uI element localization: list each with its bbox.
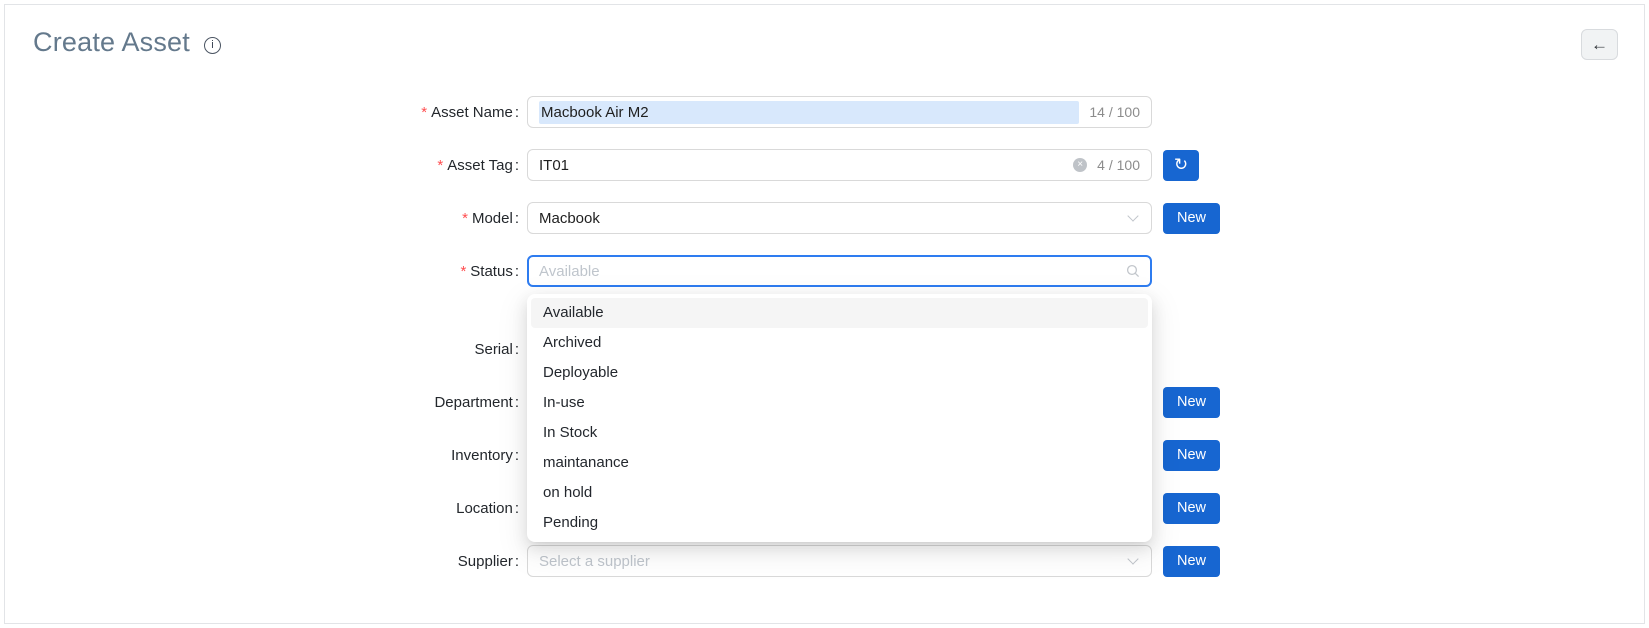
search-icon — [1126, 264, 1140, 278]
new-inventory-button[interactable]: New — [1163, 440, 1220, 471]
asset-name-label-text: Asset Name — [431, 104, 513, 121]
page-header: Create Asset i — [5, 5, 1644, 58]
back-arrow-icon: ← — [1591, 35, 1608, 55]
department-label-text: Department — [434, 394, 512, 411]
supplier-label: Supplier: — [5, 553, 527, 570]
status-dropdown: Available Archived Deployable In-use In … — [527, 294, 1152, 542]
required-mark: * — [460, 263, 466, 280]
label-colon: : — [515, 104, 519, 121]
new-location-button[interactable]: New — [1163, 493, 1220, 524]
asset-name-label: *Asset Name: — [5, 104, 527, 121]
asset-tag-label: *Asset Tag: — [5, 157, 527, 174]
info-icon-glyph: i — [211, 39, 213, 51]
create-asset-page: Create Asset i ← *Asset Name: Macbook Ai… — [4, 4, 1645, 624]
status-option-deployable[interactable]: Deployable — [531, 358, 1148, 388]
back-button[interactable]: ← — [1581, 29, 1618, 60]
model-label: *Model: — [5, 210, 527, 227]
page-title: Create Asset — [33, 27, 190, 58]
asset-tag-value: IT01 — [539, 157, 1067, 174]
label-colon: : — [515, 157, 519, 174]
required-mark: * — [437, 157, 443, 174]
form-row-asset-name: *Asset Name: Macbook Air M2 14 / 100 — [5, 96, 1644, 128]
form-row-supplier: Supplier: Select a supplier New — [5, 545, 1644, 577]
asset-tag-input[interactable]: IT01 × 4 / 100 — [527, 149, 1152, 181]
inventory-label-text: Inventory — [451, 447, 513, 464]
label-colon: : — [515, 341, 519, 358]
new-supplier-button[interactable]: New — [1163, 546, 1220, 577]
label-colon: : — [515, 210, 519, 227]
status-placeholder: Available — [539, 263, 1120, 280]
label-colon: : — [515, 263, 519, 280]
supplier-label-text: Supplier — [458, 553, 513, 570]
status-label-text: Status — [470, 263, 513, 280]
create-asset-form: *Asset Name: Macbook Air M2 14 / 100 *As… — [5, 96, 1644, 577]
supplier-select[interactable]: Select a supplier — [527, 545, 1152, 577]
clear-icon[interactable]: × — [1073, 158, 1087, 172]
asset-name-input[interactable]: Macbook Air M2 14 / 100 — [527, 96, 1152, 128]
required-mark: * — [462, 210, 468, 227]
label-colon: : — [515, 394, 519, 411]
clear-icon-glyph: × — [1077, 159, 1083, 170]
status-option-on-hold[interactable]: on hold — [531, 478, 1148, 508]
required-mark: * — [421, 104, 427, 121]
inventory-label: Inventory: — [5, 447, 527, 464]
form-row-asset-tag: *Asset Tag: IT01 × 4 / 100 ↻ — [5, 149, 1644, 181]
label-colon: : — [515, 500, 519, 517]
status-option-archived[interactable]: Archived — [531, 328, 1148, 358]
status-select[interactable]: Available — [527, 255, 1152, 287]
status-option-in-stock[interactable]: In Stock — [531, 418, 1148, 448]
info-icon[interactable]: i — [204, 37, 221, 54]
label-colon: : — [515, 553, 519, 570]
asset-tag-counter: 4 / 100 — [1097, 157, 1140, 173]
chevron-down-icon — [1127, 553, 1138, 564]
supplier-placeholder: Select a supplier — [539, 553, 1123, 570]
refresh-icon: ↻ — [1174, 155, 1188, 175]
new-department-button[interactable]: New — [1163, 387, 1220, 418]
asset-name-value: Macbook Air M2 — [539, 101, 1079, 124]
location-label: Location: — [5, 500, 527, 517]
status-option-available[interactable]: Available — [531, 298, 1148, 328]
location-label-text: Location — [456, 500, 513, 517]
serial-label-text: Serial — [474, 341, 512, 358]
model-value: Macbook — [539, 210, 1123, 227]
model-label-text: Model — [472, 210, 513, 227]
asset-tag-label-text: Asset Tag — [447, 157, 513, 174]
asset-name-counter: 14 / 100 — [1089, 104, 1140, 120]
department-label: Department: — [5, 394, 527, 411]
status-option-pending[interactable]: Pending — [531, 508, 1148, 538]
form-row-model: *Model: Macbook New — [5, 202, 1644, 234]
status-label: *Status: — [5, 263, 527, 280]
model-select[interactable]: Macbook — [527, 202, 1152, 234]
label-colon: : — [515, 447, 519, 464]
generate-asset-tag-button[interactable]: ↻ — [1163, 150, 1199, 181]
status-option-maintanance[interactable]: maintanance — [531, 448, 1148, 478]
serial-label: Serial: — [5, 341, 527, 358]
status-option-in-use[interactable]: In-use — [531, 388, 1148, 418]
form-row-status: *Status: Available Available Archived De… — [5, 255, 1644, 287]
chevron-down-icon — [1127, 210, 1138, 221]
new-model-button[interactable]: New — [1163, 203, 1220, 234]
